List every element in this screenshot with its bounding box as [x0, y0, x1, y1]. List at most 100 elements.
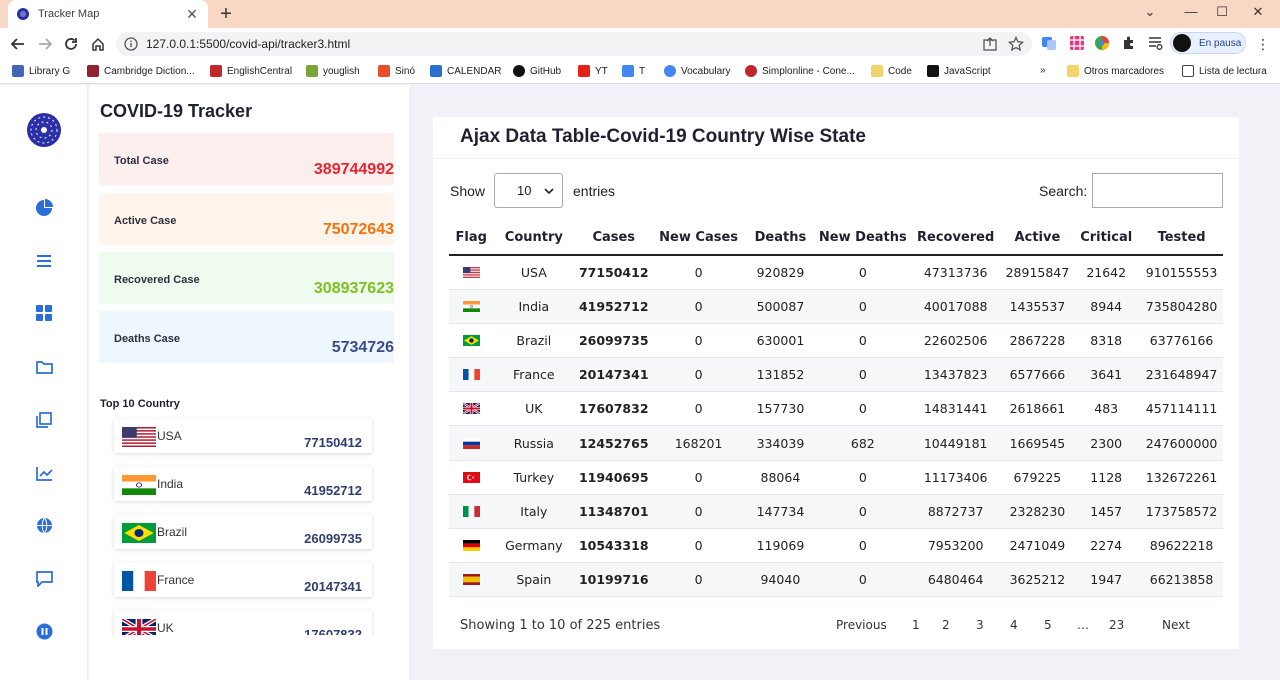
page-button[interactable]: 23 [1109, 618, 1124, 632]
folder-icon[interactable] [34, 357, 54, 377]
column-header[interactable]: Active [1002, 220, 1073, 256]
minimize-icon[interactable]: — [1181, 4, 1201, 19]
cell-cases: 11348701 [574, 494, 654, 530]
top10-country-card[interactable]: USA 77150412 [114, 419, 372, 453]
color-extension-icon[interactable] [1094, 35, 1110, 51]
stat-label: Active Case [114, 215, 177, 227]
page-button[interactable]: 2 [942, 618, 950, 632]
bookmark-item[interactable]: CALENDAR [430, 65, 501, 77]
reading-list[interactable]: Lista de lectura [1182, 65, 1267, 77]
column-header[interactable]: Tested [1140, 220, 1223, 256]
tab-close-icon[interactable]: ✕ [184, 6, 200, 23]
bookmark-item[interactable]: T [622, 65, 645, 77]
table-row: Brazil 26099735 0 630001 0 22602506 2867228 831… [449, 323, 1223, 359]
home-icon[interactable] [89, 35, 107, 53]
cell-country: USA [493, 255, 575, 290]
page-button[interactable]: 4 [1010, 618, 1018, 632]
pause-icon[interactable] [34, 621, 54, 641]
top10-country-card[interactable]: UK 17607832 [114, 611, 372, 635]
column-header[interactable]: Flag [449, 220, 494, 256]
share-icon[interactable] [982, 36, 998, 52]
column-header[interactable]: New Cases [653, 220, 744, 256]
top10-country-card[interactable]: France 20147341 [114, 563, 372, 597]
column-header[interactable]: Country [493, 220, 575, 256]
flag-fr-icon [122, 571, 156, 591]
cell-cases: 41952712 [574, 289, 654, 324]
bookmark-item[interactable]: youglish [306, 65, 360, 77]
cell-cases: 77150412 [574, 255, 654, 290]
profile-button[interactable]: En pausa [1170, 32, 1246, 54]
globe-icon[interactable] [34, 515, 54, 535]
cell-country: Spain [493, 562, 575, 598]
top10-country-card[interactable]: Brazil 26099735 [114, 515, 372, 549]
bookmark-item[interactable]: GitHub [513, 65, 561, 77]
cell-active: 2328230 [1002, 494, 1073, 530]
new-tab-icon[interactable]: + [216, 3, 236, 25]
cell-cases: 12452765 [574, 425, 654, 461]
top10-country-card[interactable]: India 41952712 [114, 467, 372, 501]
page-button[interactable]: 5 [1044, 618, 1052, 632]
bookmark-item[interactable]: Vocabulary [664, 65, 730, 77]
copy-icon[interactable] [34, 410, 54, 430]
column-header[interactable]: New Deaths [816, 220, 909, 256]
tab-search-icon[interactable]: ⌄ [1140, 4, 1160, 20]
cell-active: 6577666 [1002, 357, 1073, 393]
cell-new-deaths: 0 [816, 391, 909, 427]
cell-tested: 89622218 [1140, 528, 1223, 564]
table-row: Spain 10199716 0 94040 0 6480464 3625212 1947 66… [449, 562, 1223, 598]
reading-list-icon[interactable] [1147, 35, 1163, 51]
bookmark-item[interactable]: YT [578, 65, 608, 77]
site-info-icon[interactable] [124, 37, 138, 51]
menu-dots-icon[interactable]: ⋮ [1254, 35, 1272, 53]
bookmark-item[interactable]: Sinó [378, 65, 415, 77]
page-button[interactable]: 1 [912, 618, 920, 632]
cell-active: 679225 [1002, 460, 1073, 495]
column-header[interactable]: Recovered [908, 220, 1003, 256]
virus-favicon-icon [17, 8, 29, 20]
bookmark-item[interactable]: Cambridge Diction... [87, 65, 195, 77]
page-size-select[interactable]: 10 [494, 173, 563, 208]
extensions-puzzle-icon[interactable] [1121, 35, 1137, 51]
forward-icon[interactable] [36, 35, 54, 53]
bookmark-item[interactable]: Library G [12, 65, 70, 77]
list-icon[interactable] [34, 251, 54, 271]
trend-chart-icon[interactable] [34, 463, 54, 483]
bookmark-item[interactable]: EnglishCentral [210, 65, 292, 77]
cell-tested: 66213858 [1140, 562, 1223, 598]
bookmarks-overflow-icon[interactable]: » [1040, 65, 1046, 76]
cell-tested: 132672261 [1140, 460, 1223, 495]
country-cases: 26099735 [304, 531, 362, 546]
dashboard-icon[interactable] [34, 303, 54, 323]
window-close-icon[interactable]: ✕ [1248, 4, 1268, 20]
cell-country: Brazil [493, 323, 575, 359]
back-icon[interactable] [9, 35, 27, 53]
message-icon[interactable] [34, 569, 54, 589]
column-header[interactable]: Critical [1072, 220, 1141, 256]
other-bookmarks[interactable]: Otros marcadores [1067, 65, 1164, 77]
cell-recovered: 13437823 [908, 357, 1003, 393]
previous-page-button[interactable]: Previous [836, 618, 887, 632]
bookmark-item[interactable]: Simplonline - Cone... [745, 65, 855, 77]
next-page-button[interactable]: Next [1162, 618, 1190, 632]
tab-tracker-map[interactable]: Tracker Map ✕ [8, 0, 208, 28]
cell-active: 3625212 [1002, 562, 1073, 598]
page-button[interactable]: 3 [976, 618, 984, 632]
address-bar[interactable]: 127.0.0.1:5500/covid-api/tracker3.html [116, 32, 1032, 56]
column-header[interactable]: Deaths [743, 220, 817, 256]
cell-country: Italy [493, 494, 575, 530]
top10-list[interactable]: USA 77150412 India 41952712 Brazil 26099735 Fr… [99, 385, 395, 635]
reload-icon[interactable] [62, 35, 80, 53]
search-label: Search: [1039, 183, 1088, 199]
bookmark-item[interactable]: JavaScript [927, 65, 991, 77]
stat-card: Active Case 75072643 [99, 193, 394, 245]
column-header[interactable]: Cases [574, 220, 654, 256]
maximize-icon[interactable]: ☐ [1212, 4, 1232, 20]
grid-extension-icon[interactable] [1069, 35, 1085, 51]
bookmark-item[interactable]: Code [871, 65, 912, 77]
cell-new-deaths: 0 [816, 494, 909, 530]
flag-cell [449, 425, 494, 461]
search-input[interactable] [1092, 173, 1223, 208]
pie-chart-icon[interactable] [34, 198, 54, 218]
translate-extension-icon[interactable] [1041, 35, 1057, 51]
bookmark-star-icon[interactable] [1008, 36, 1024, 52]
